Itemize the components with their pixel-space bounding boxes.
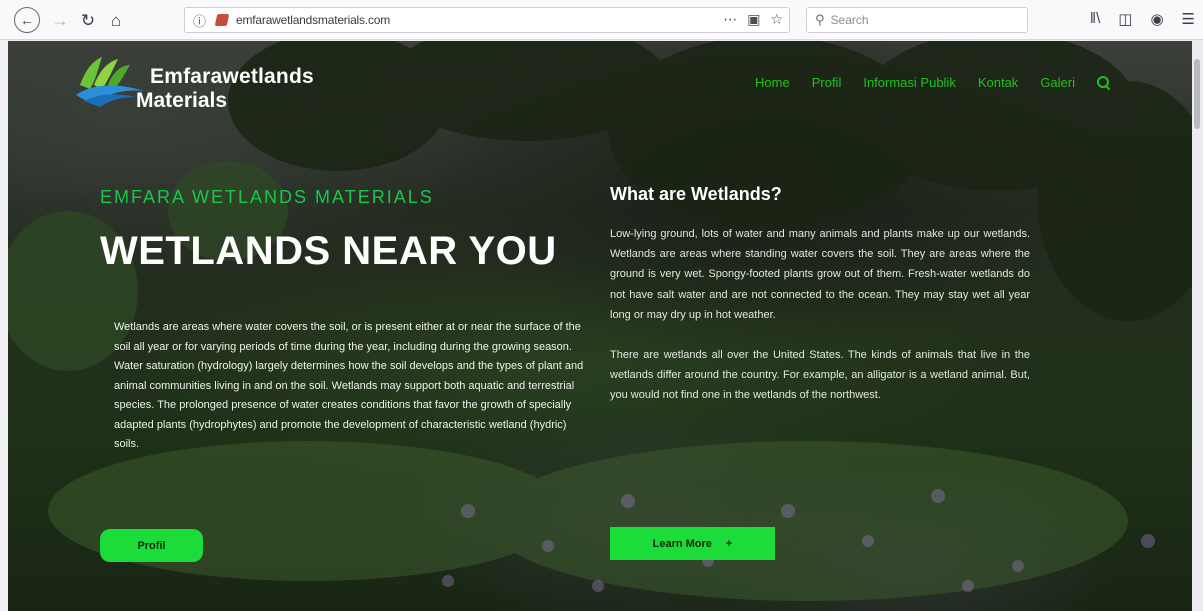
star-icon[interactable]: ☆ [770, 11, 783, 28]
wetlands-info-paragraph-1: Low-lying ground, lots of water and many… [610, 228, 1030, 321]
reload-icon[interactable]: ↻ [76, 8, 100, 32]
home-icon[interactable]: ⌂ [104, 8, 128, 32]
ellipsis-icon[interactable]: ⋯ [723, 11, 737, 28]
hero-title: WETLANDS NEAR YOU [100, 229, 557, 273]
library-icon[interactable]: ‖\ [1090, 10, 1100, 28]
account-icon[interactable]: ◉ [1150, 10, 1163, 28]
hero-kicker: EMFARA WETLANDS MATERIALS [100, 187, 434, 207]
info-icon[interactable]: ⓘ [193, 11, 206, 30]
wetlands-info-text: Low-lying ground, lots of water and many… [610, 224, 1030, 406]
logo-text-line1: Emfarawetlands [150, 65, 314, 88]
profil-button[interactable]: Profil [100, 529, 203, 562]
main-nav: Home Profil Informasi Publik Kontak Gale… [755, 75, 1110, 90]
hamburger-menu-icon[interactable]: ☰ [1182, 10, 1195, 28]
search-placeholder: Search [830, 13, 869, 27]
back-arrow-icon[interactable]: ← [14, 7, 40, 33]
learn-more-label: Learn More [652, 537, 712, 550]
nav-search-icon[interactable] [1097, 76, 1110, 89]
site-favicon [214, 14, 230, 26]
page-viewport: Emfarawetlands Materials Home Profil Inf… [8, 41, 1192, 611]
learn-more-button[interactable]: Learn More + [610, 527, 775, 560]
nav-item-informasi-publik[interactable]: Informasi Publik [863, 75, 955, 90]
nav-item-galeri[interactable]: Galeri [1040, 75, 1075, 90]
pocket-icon[interactable]: ▣ [747, 11, 760, 28]
search-icon: ⚲ [815, 12, 825, 27]
hero-paragraph: Wetlands are areas where water covers th… [114, 321, 584, 450]
logo-text-line2: Materials [136, 89, 228, 112]
browser-toolbar: ← → ↻ ⌂ ⓘ emfarawetlandsmaterials.com ⋯ … [0, 0, 1203, 40]
page-scrollbar[interactable] [1192, 41, 1203, 611]
forward-arrow-icon[interactable]: → [48, 8, 72, 32]
plus-icon: + [725, 537, 733, 550]
wetlands-info-paragraph-2: There are wetlands all over the United S… [610, 349, 1030, 402]
nav-item-home[interactable]: Home [755, 75, 790, 90]
site-logo[interactable]: Emfarawetlands Materials [74, 53, 354, 113]
nav-item-kontak[interactable]: Kontak [978, 75, 1018, 90]
sidebar-icon[interactable]: ◫ [1118, 10, 1132, 28]
nav-item-profil[interactable]: Profil [812, 75, 842, 90]
scrollbar-thumb[interactable] [1194, 59, 1200, 129]
search-bar[interactable]: ⚲ Search [806, 7, 1028, 33]
wetlands-info-title: What are Wetlands? [610, 184, 782, 204]
url-bar[interactable]: ⓘ emfarawetlandsmaterials.com ⋯ ▣ ☆ [184, 7, 790, 33]
url-text[interactable]: emfarawetlandsmaterials.com [236, 13, 390, 27]
